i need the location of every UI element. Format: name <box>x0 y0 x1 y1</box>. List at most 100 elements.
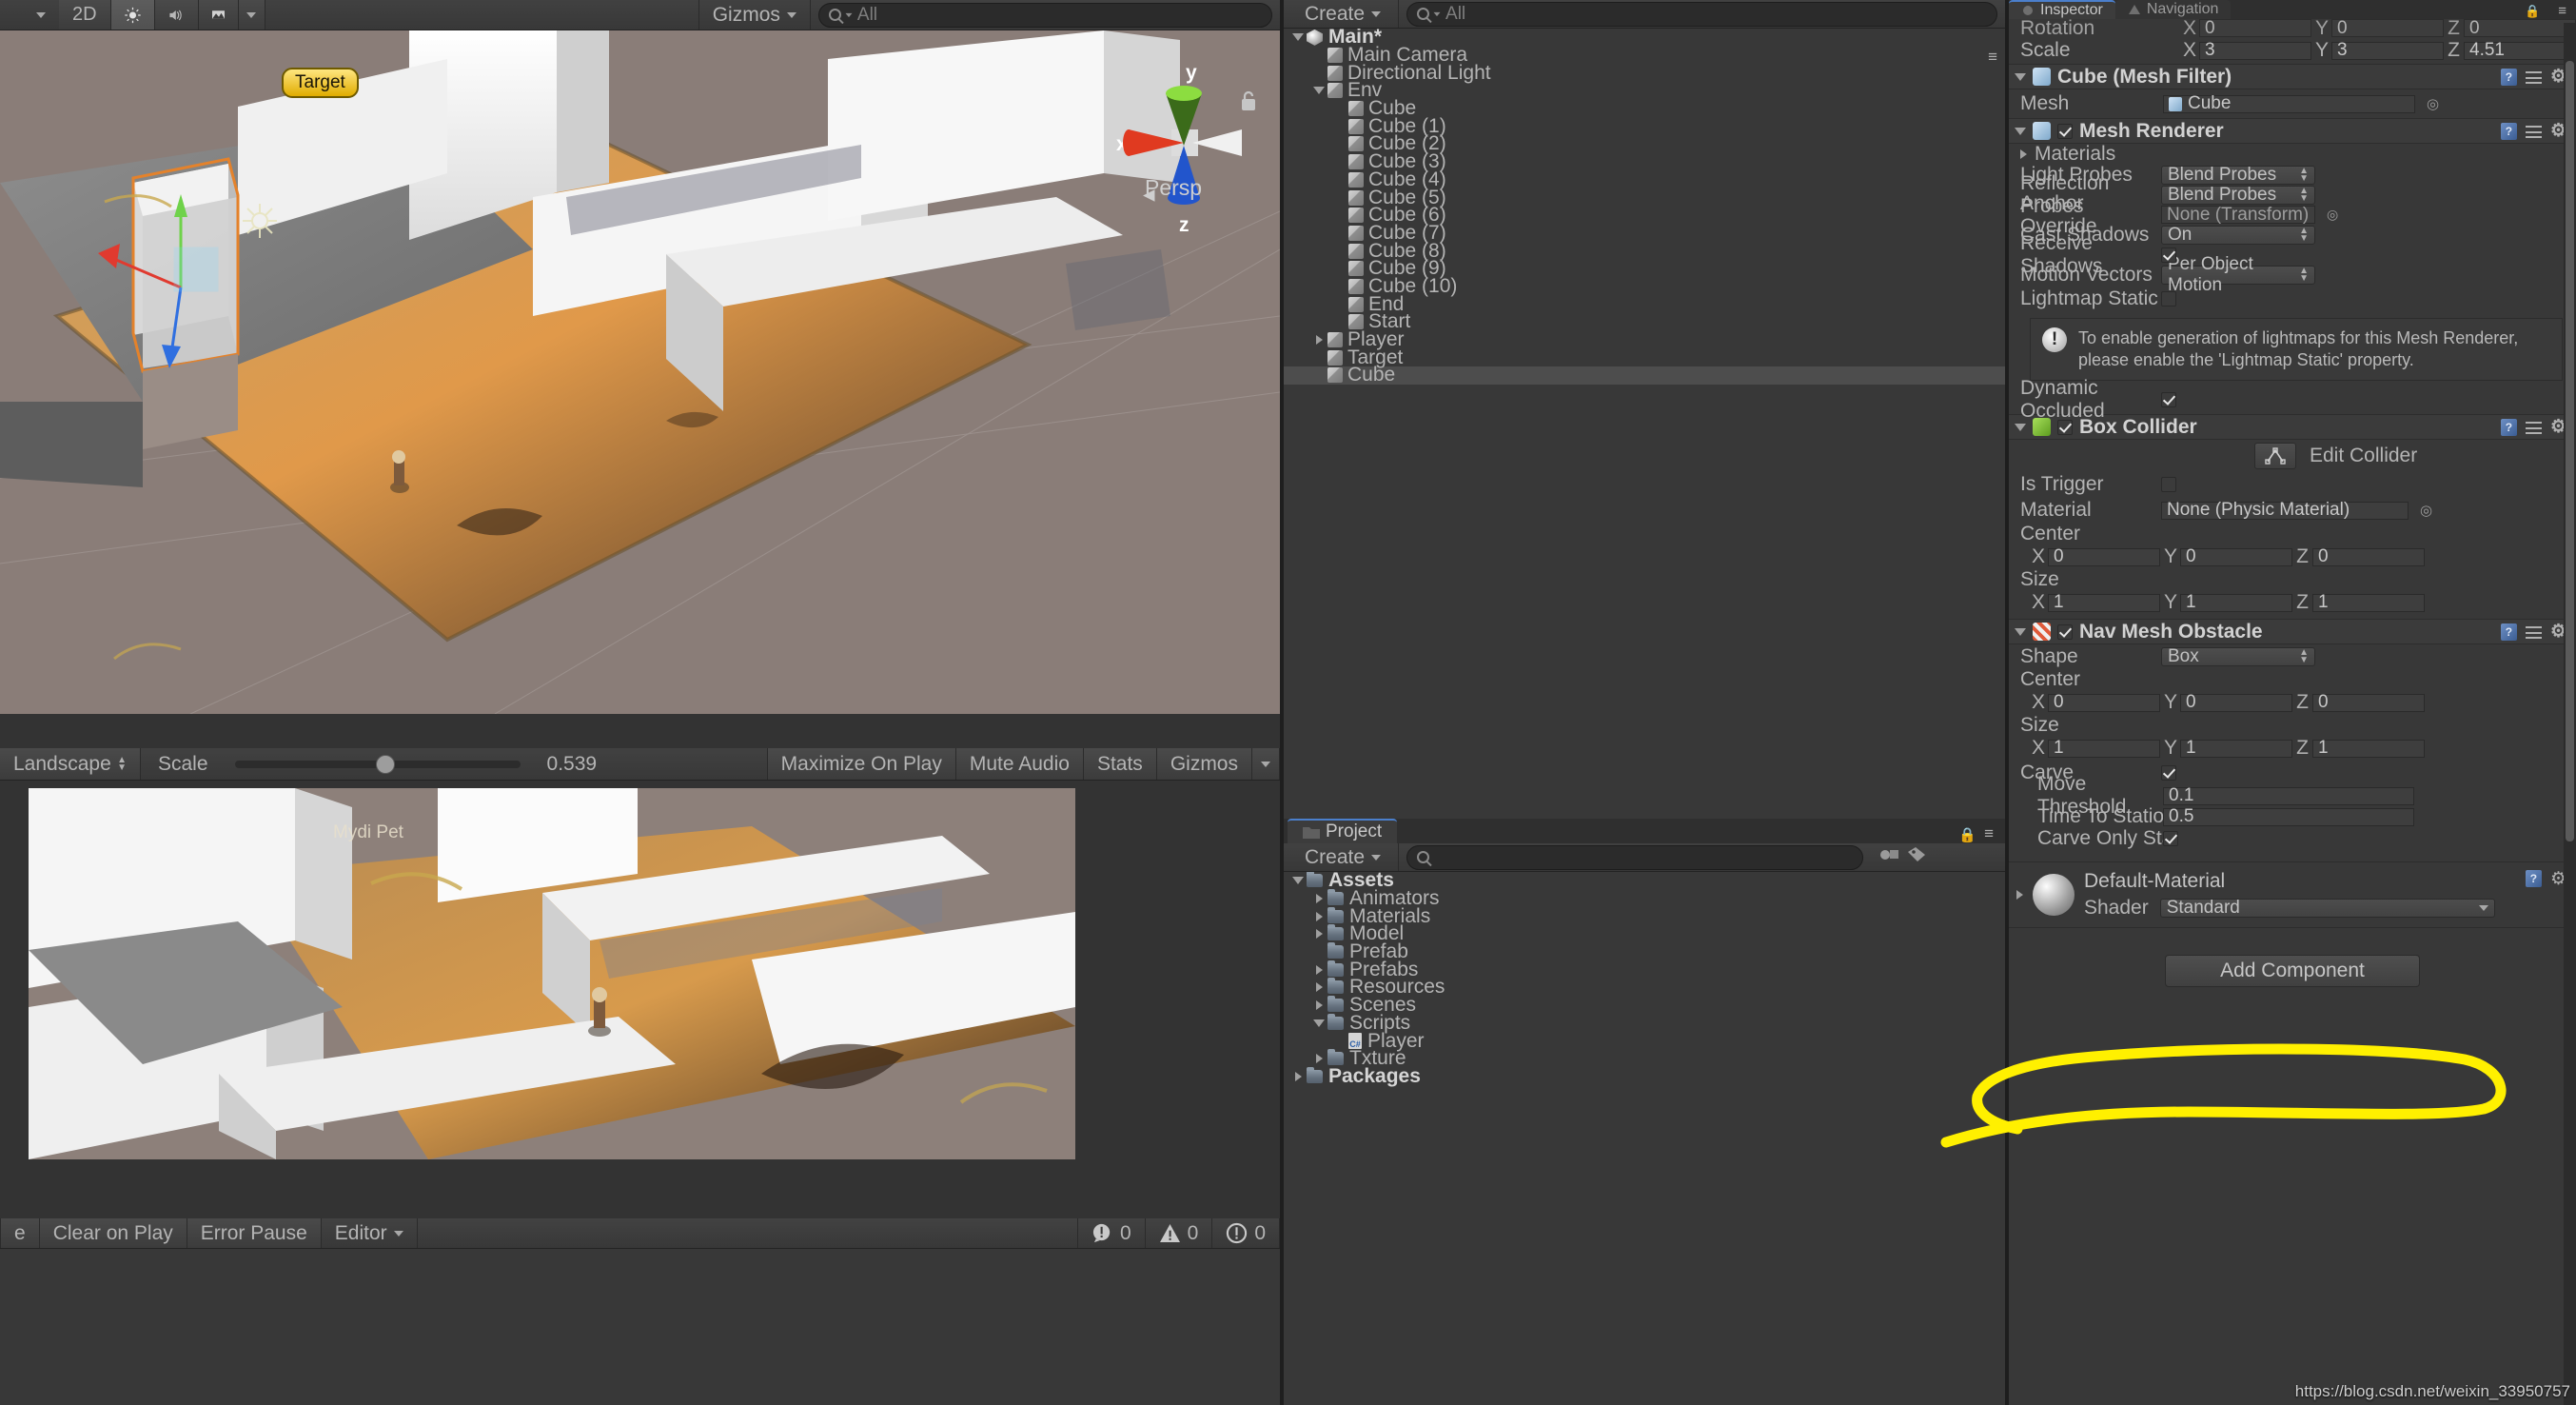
project-tree[interactable]: AssetsAnimatorsMaterialsModelPrefabPrefa… <box>1284 872 2005 1405</box>
twisty[interactable] <box>1289 877 1307 884</box>
chevron-right-icon[interactable] <box>1316 982 1323 992</box>
scene-gizmos-button[interactable]: Gizmos <box>698 0 811 30</box>
chevron-right-icon[interactable] <box>1316 929 1323 939</box>
console-editor-dropdown[interactable]: Editor <box>322 1218 418 1248</box>
receive-shadows-checkbox[interactable] <box>2161 247 2176 263</box>
tab-project[interactable]: Project <box>1288 819 1397 843</box>
twisty[interactable] <box>1310 965 1327 975</box>
scene-lighting-toggle[interactable] <box>111 0 155 30</box>
chevron-down-icon[interactable] <box>2015 424 2026 431</box>
inspector-lock-icon[interactable]: 🔒 <box>2516 4 2548 19</box>
help-icon[interactable]: ? <box>2501 419 2517 436</box>
nav-size-y-field[interactable]: 1 <box>2180 740 2292 758</box>
nav-move-threshold-row[interactable]: Move Threshold 0.1 <box>2009 785 2576 806</box>
rotation-y-field[interactable]: 0 <box>2331 19 2444 37</box>
collider-center-z-field[interactable]: 0 <box>2312 548 2425 566</box>
scene-audio-toggle[interactable] <box>155 0 199 30</box>
collider-material-row[interactable]: Material None (Physic Material) ◎ <box>2009 497 2576 524</box>
chevron-down-icon[interactable] <box>2015 628 2026 636</box>
scene-object-label[interactable]: Target <box>282 68 359 98</box>
collider-center-row[interactable]: X 0 Y 0 Z 0 <box>2009 544 2576 569</box>
object-picker-icon[interactable]: ◎ <box>2327 207 2338 223</box>
help-icon[interactable]: ? <box>2501 123 2517 140</box>
nav-size-row[interactable]: X 1 Y 1 Z 1 <box>2009 736 2576 761</box>
chevron-down-icon[interactable] <box>1292 877 1304 884</box>
mesh-renderer-rows[interactable]: Light ProbesBlend Probes▲▼Reflection Pro… <box>2009 165 2576 285</box>
nav-carve-checkbox[interactable] <box>2161 765 2176 781</box>
reflection-probes-dropdown[interactable]: Blend Probes▲▼ <box>2161 186 2315 205</box>
nav-center-x-field[interactable]: 0 <box>2048 694 2160 712</box>
chevron-down-icon[interactable] <box>1313 1019 1325 1027</box>
inspector-body[interactable]: Rotation X 0 Y 0 Z 0 Scale X 3 Y 3 Z 4.5… <box>2009 19 2576 1405</box>
project-menu-icon[interactable]: ≡ <box>1982 824 2005 843</box>
component-header-mesh-filter[interactable]: Cube (Mesh Filter) ? ⚙ <box>2009 64 2576 89</box>
toggle-2d-button[interactable]: 2D <box>59 0 111 30</box>
preset-icon[interactable] <box>2526 419 2542 435</box>
rotation-x-field[interactable]: 0 <box>2199 19 2311 37</box>
hierarchy-create-button[interactable]: Create <box>1284 0 1399 28</box>
tab-inspector[interactable]: Inspector <box>2009 0 2115 19</box>
chevron-right-icon[interactable] <box>1316 894 1323 903</box>
is-trigger-checkbox[interactable] <box>2161 477 2176 492</box>
nav-center-z-field[interactable]: 0 <box>2312 694 2425 712</box>
scale-x-field[interactable]: 3 <box>2199 42 2311 60</box>
preset-icon[interactable] <box>2526 69 2542 85</box>
hierarchy-item[interactable]: Directional Light <box>1284 64 2005 82</box>
stats-button[interactable]: Stats <box>1084 748 1157 780</box>
mesh-picker-icon[interactable]: ◎ <box>2427 95 2439 112</box>
draw-mode-dropdown[interactable] <box>0 0 59 30</box>
is-trigger-row[interactable]: Is Trigger <box>2009 472 2576 497</box>
collider-size-x-field[interactable]: 1 <box>2048 594 2160 612</box>
nav-move-threshold-field[interactable]: 0.1 <box>2163 787 2414 805</box>
nav-carve-only-stationary-checkbox[interactable] <box>2163 831 2178 846</box>
hierarchy-menu-icon[interactable]: ≡ <box>1988 48 1997 67</box>
nav-center-row[interactable]: X 0 Y 0 Z 0 <box>2009 690 2576 715</box>
game-aspect-dropdown[interactable]: Landscape (20... ▲▼ <box>0 748 141 780</box>
chevron-right-icon[interactable] <box>1295 1072 1302 1081</box>
dynamic-occluded-row[interactable]: Dynamic Occluded <box>2009 386 2576 414</box>
project-search-input[interactable] <box>1406 845 1863 870</box>
material-preview-block[interactable]: Default-Material Shader Standard ? ⚙ <box>2009 861 2576 928</box>
materials-foldout[interactable]: Materials <box>2009 144 2576 165</box>
tab-navigation[interactable]: Navigation <box>2115 0 2232 19</box>
help-icon[interactable]: ? <box>2501 623 2517 641</box>
maximize-on-play-button[interactable]: Maximize On Play <box>767 748 956 780</box>
project-create-button[interactable]: Create <box>1284 843 1399 871</box>
twisty[interactable] <box>1310 87 1327 94</box>
scene-fx-toggle[interactable] <box>199 0 239 30</box>
nav-mesh-obstacle-enabled-checkbox[interactable] <box>2057 624 2073 640</box>
game-viewport[interactable]: Mydi Pet <box>29 788 1075 1159</box>
help-icon[interactable]: ? <box>2526 870 2542 887</box>
error-pause-button[interactable]: Error Pause <box>187 1218 322 1248</box>
game-gizmos-button[interactable]: Gizmos <box>1157 748 1252 780</box>
nav-size-z-field[interactable]: 1 <box>2312 740 2425 758</box>
twisty[interactable] <box>1310 1019 1327 1027</box>
rotation-z-field[interactable]: 0 <box>2464 19 2576 37</box>
chevron-down-icon[interactable] <box>1292 33 1304 41</box>
nav-center-y-field[interactable]: 0 <box>2180 694 2292 712</box>
twisty[interactable] <box>1310 929 1327 939</box>
inspector-menu-icon[interactable]: ≡ <box>2548 3 2576 19</box>
edit-collider-button[interactable] <box>2254 443 2296 469</box>
chevron-down-icon[interactable] <box>2015 73 2026 81</box>
chevron-right-icon[interactable] <box>1316 1000 1323 1010</box>
console-error-count[interactable]: 0 <box>1211 1218 1280 1248</box>
twisty[interactable] <box>1310 894 1327 903</box>
game-gizmos-dropdown[interactable] <box>1252 748 1280 780</box>
clear-on-play-button[interactable]: Clear on Play <box>40 1218 187 1248</box>
chevron-right-icon[interactable] <box>2020 149 2027 159</box>
collider-size-z-field[interactable]: 1 <box>2312 594 2425 612</box>
hierarchy-tree[interactable]: Main*Main CameraDirectional LightEnvCube… <box>1284 29 2005 704</box>
console-log-count[interactable]: 0 <box>1077 1218 1145 1248</box>
twisty[interactable] <box>1310 912 1327 921</box>
scene-viewport[interactable]: Target y x z <box>0 30 1280 714</box>
chevron-down-icon[interactable] <box>2015 128 2026 135</box>
clear-button[interactable]: e <box>0 1218 40 1248</box>
chevron-right-icon[interactable] <box>1316 335 1323 345</box>
chevron-right-icon[interactable] <box>1316 912 1323 921</box>
game-scale-slider[interactable] <box>235 761 521 768</box>
game-scale-slider-handle[interactable] <box>376 755 395 774</box>
lightmap-static-checkbox[interactable] <box>2161 291 2176 307</box>
collider-size-y-field[interactable]: 1 <box>2180 594 2292 612</box>
console-warning-count[interactable]: 0 <box>1145 1218 1212 1248</box>
